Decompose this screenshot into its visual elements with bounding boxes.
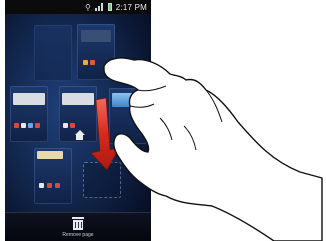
pointing-hand-icon <box>103 57 323 241</box>
